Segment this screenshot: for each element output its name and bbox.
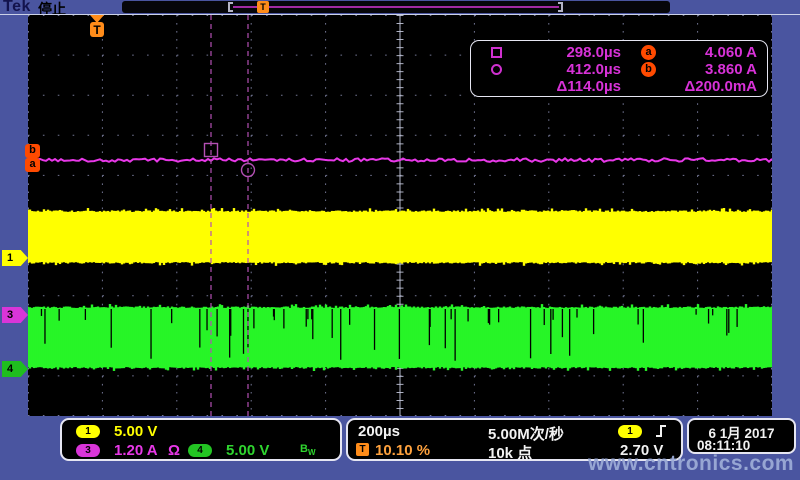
record-view-bar[interactable]: T [122,1,670,13]
channel-readout-box[interactable]: 1 5.00 V 3 1.20 A Ω 4 5.00 V BW [60,418,342,461]
cursor-a-value: 4.060 A [655,44,757,61]
record-waveform-preview [233,6,559,8]
trigger-position: 10.10 % [375,442,430,459]
datetime-box: 6 1月 2017 08:11:10 [687,418,796,454]
acquisition-status: 停止 [38,0,66,19]
top-divider [0,14,800,15]
cursor-b-badge: b [641,62,656,77]
ch3-coupling: Ω [168,442,180,459]
trigger-source-badge: 1 [618,425,642,438]
ch1-badge[interactable]: 1 [76,425,100,438]
ch3-scale: 1.20 A [114,442,158,459]
record-length: 10k 点 [488,442,532,463]
timebase-value: 200µs [358,423,400,440]
trigger-slope-rising-icon [654,424,668,438]
time-value: 08:11:10 [697,438,750,453]
cursor-a-marker[interactable]: a [25,158,40,172]
ch1-scale: 5.00 V [114,423,157,440]
ch4-badge[interactable]: 4 [188,444,212,457]
ch4-ground-marker[interactable]: 4 [2,361,28,377]
ch3-badge[interactable]: 3 [76,444,100,457]
cursor-delta-value: Δ200.0mA [655,78,757,95]
sample-rate: 5.00M次/秒 [488,423,564,444]
cursor-a-badge: a [641,45,656,60]
cursor-b-circle-icon [491,64,502,75]
cursor-delta-time: Δ114.0µs [529,78,621,95]
top-status-bar: Tek 停止 T [0,0,800,14]
trigger-position-icon: T [356,443,369,456]
ch4-bandwidth-icon: BW [300,443,316,457]
watermark: www.cntronics.com [588,452,794,476]
ch1-ground-marker[interactable]: 1 [2,250,28,266]
ch3-ground-marker[interactable]: 3 [2,307,28,323]
ch4-scale: 5.00 V [226,442,269,459]
cursor-b-time: 412.0µs [529,61,621,78]
cursor-b-marker[interactable]: b [25,144,40,158]
cursor-readout-box: 298.0µs a 4.060 A 412.0µs b 3.860 A Δ114… [470,40,768,97]
svg-text:T: T [93,23,101,37]
cursor-a-time: 298.0µs [529,44,621,61]
cursor-a-square-icon [491,47,502,58]
record-trigger-marker-icon: T [257,1,269,13]
cursor-b-value: 3.860 A [655,61,757,78]
